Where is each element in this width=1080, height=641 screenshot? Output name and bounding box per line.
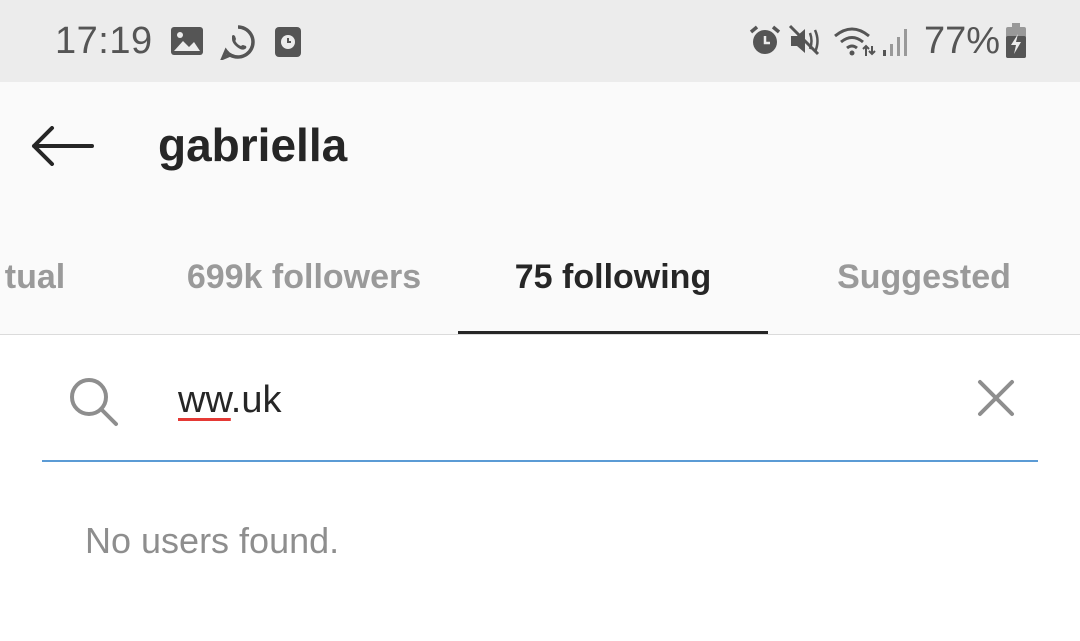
profile-header: gabriella tual 699k followers 75 followi…: [0, 82, 1080, 335]
battery-charging-icon: [1006, 23, 1026, 58]
tab-following[interactable]: 75 following: [458, 222, 768, 332]
empty-results-message: No users found.: [85, 520, 340, 561]
search-input-misspelled: ww: [178, 379, 231, 421]
close-icon[interactable]: [970, 372, 1022, 424]
alarm-icon: [749, 25, 781, 54]
signal-icon: [883, 29, 907, 56]
screen-recorder-icon: [275, 27, 301, 57]
follow-tabs: tual 699k followers 75 following Suggest…: [0, 222, 1080, 334]
mute-icon: [788, 24, 820, 56]
back-button[interactable]: [22, 114, 102, 178]
active-tab-indicator: [458, 331, 768, 334]
search-input-rest: .uk: [230, 379, 282, 421]
tab-followers[interactable]: 699k followers: [150, 222, 458, 332]
tab-mutual[interactable]: tual: [0, 222, 80, 332]
status-bar: 17:19 77%: [0, 0, 1080, 82]
wifi-icon: [834, 27, 876, 56]
search-icon: [70, 378, 118, 426]
page-title: gabriella: [158, 119, 348, 171]
battery-percentage: 77%: [924, 20, 1001, 62]
whatsapp-icon: [220, 25, 255, 60]
search-input[interactable]: ww.uk: [178, 370, 938, 430]
search-bar: ww.uk: [42, 350, 1038, 462]
gallery-icon: [171, 27, 203, 55]
back-arrow-icon: [32, 126, 94, 166]
status-time: 17:19: [55, 20, 153, 62]
tab-suggested[interactable]: Suggested: [768, 222, 1080, 332]
